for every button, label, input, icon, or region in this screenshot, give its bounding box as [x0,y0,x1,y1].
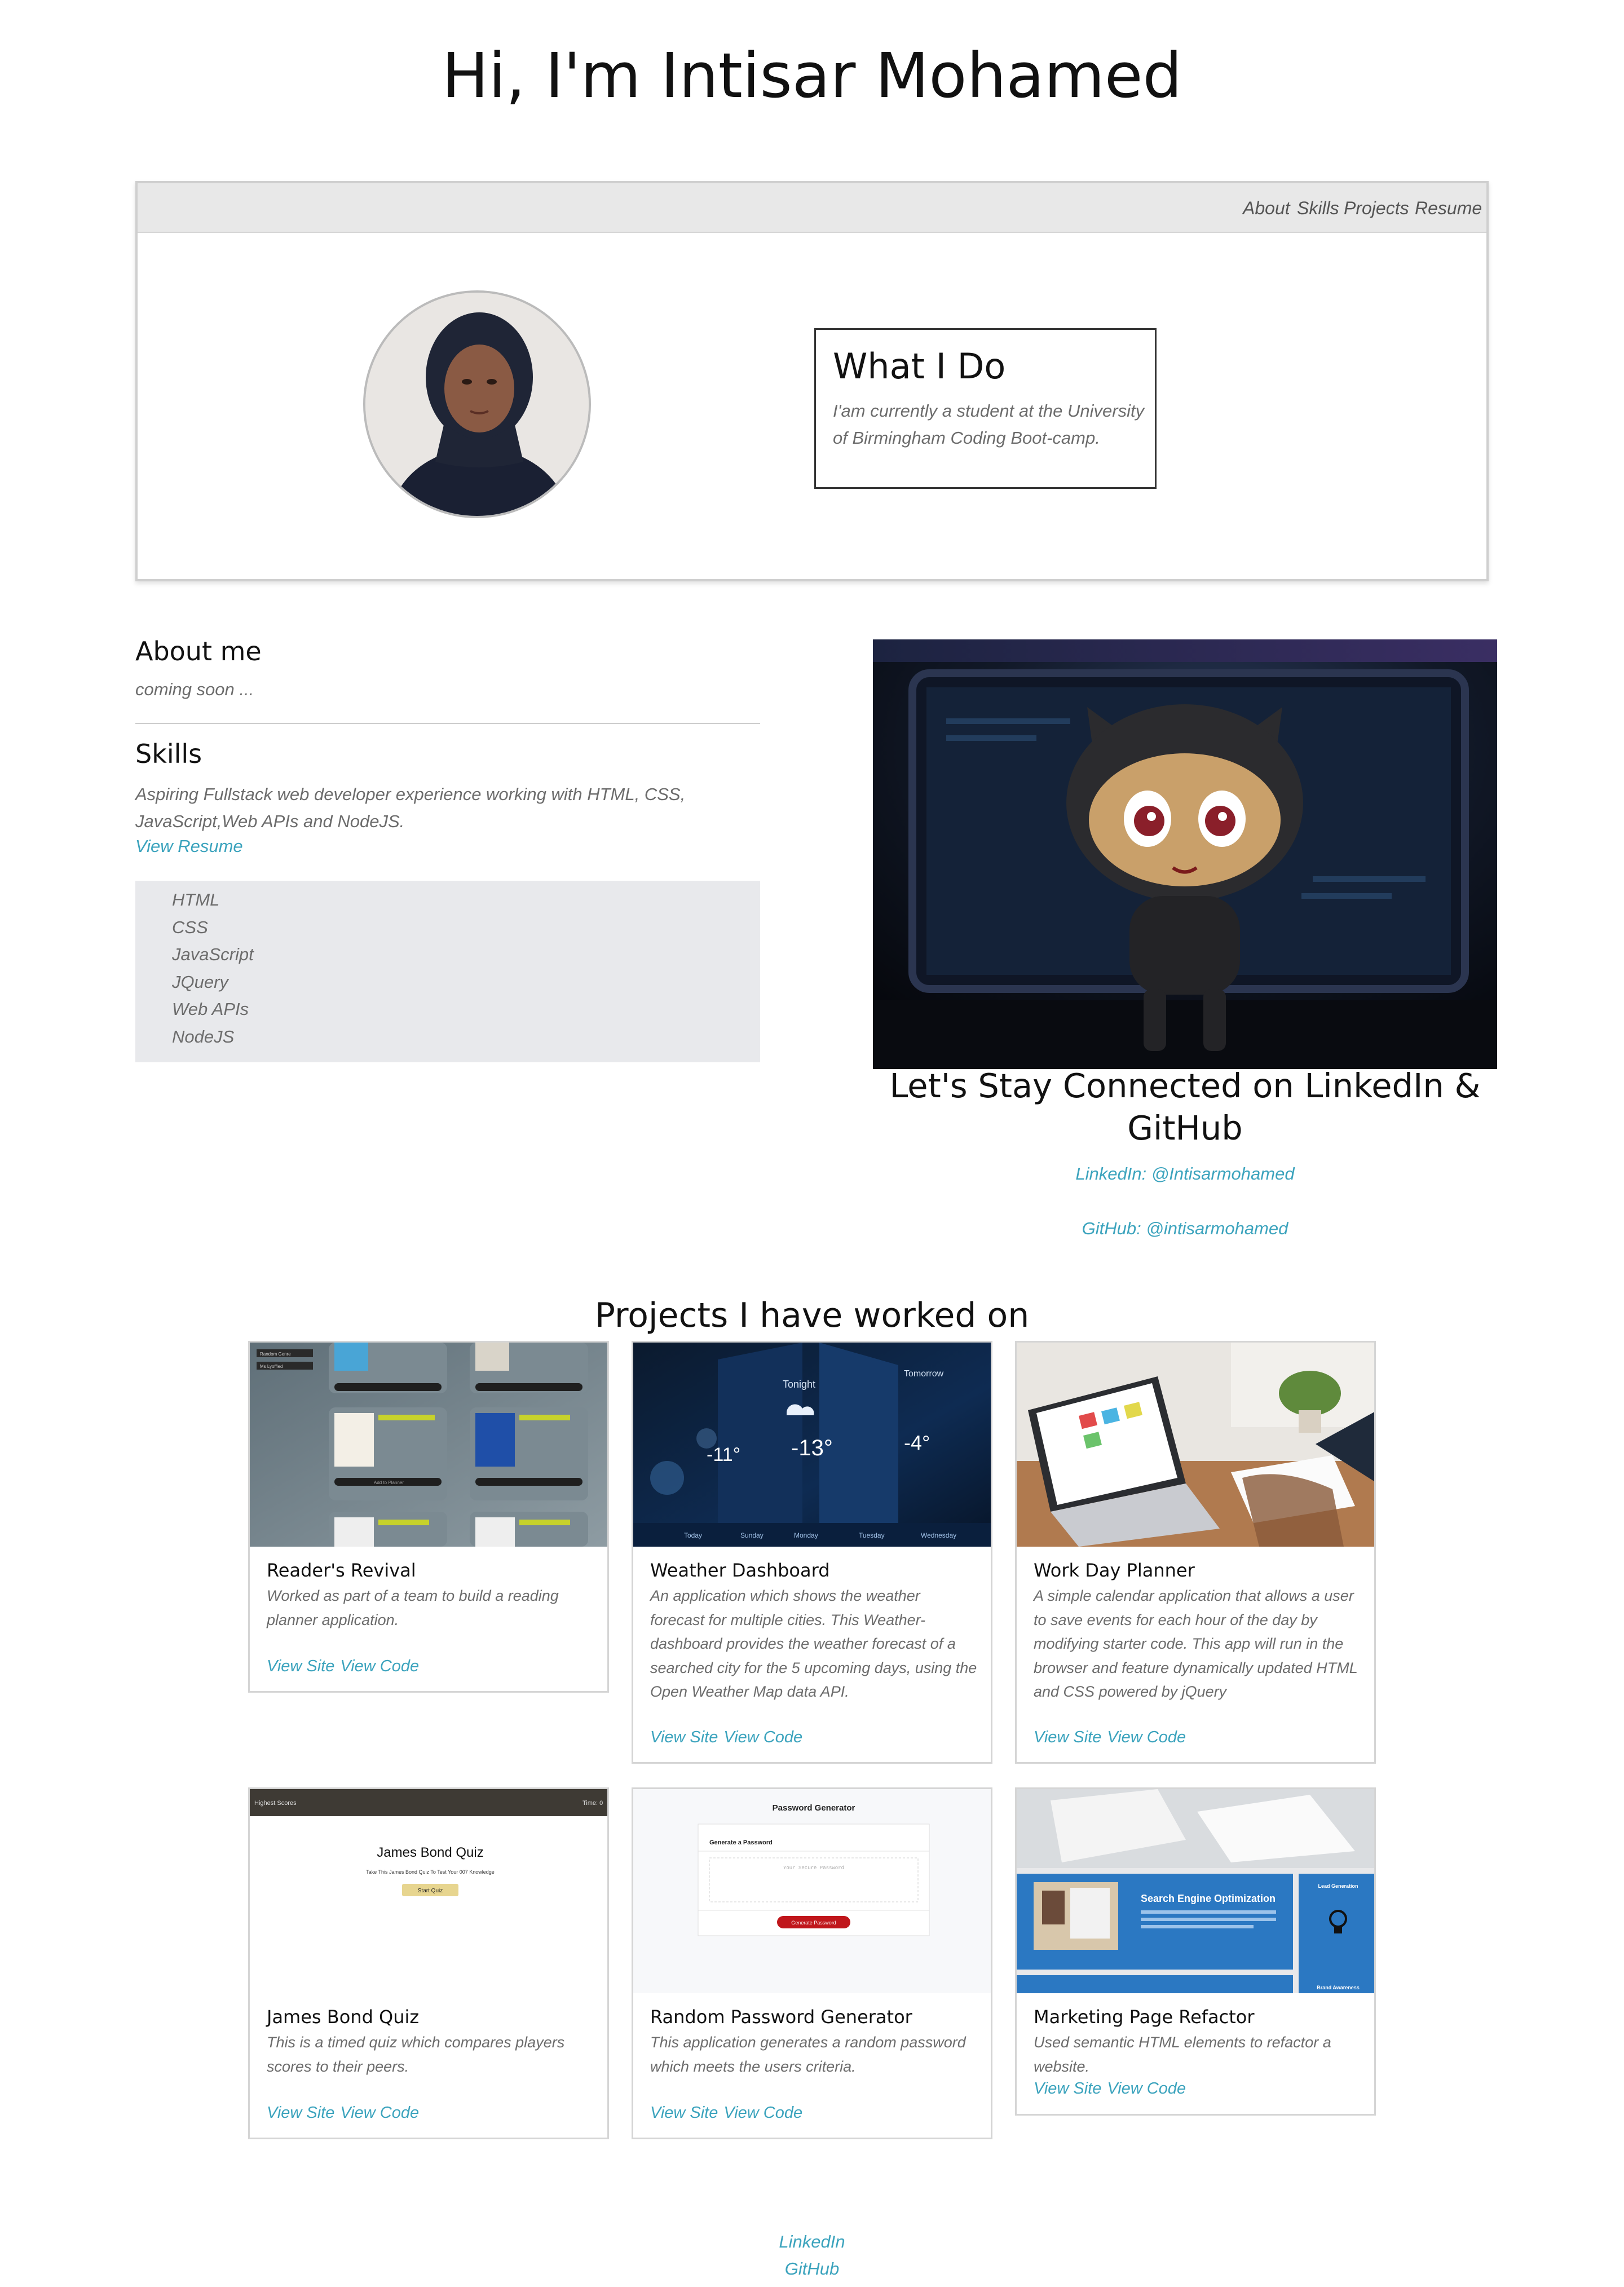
weather-day: Tuesday [859,1531,885,1539]
octocat-image [873,639,1497,1069]
project-description: A simple calendar application that allow… [1034,1587,1358,1700]
project-description: An application which shows the weather f… [650,1587,977,1700]
github-handle-link[interactable]: GitHub: @intisarmohamed [873,1218,1497,1239]
footer-github-link[interactable]: GitHub [0,2259,1624,2279]
skill-item: NodeJS [172,1026,235,1047]
nav-projects[interactable]: Projects [1344,198,1409,219]
project-card-work-day-planner: Work Day Planner A simple calendar appli… [1015,1341,1376,1764]
readers-tag-1: Random Genre [260,1352,291,1357]
marketing-main-title: Search Engine Optimization [1141,1893,1276,1904]
weather-tonight: Tonight [783,1379,815,1390]
marketing-side-title: Lead Generation [1318,1883,1358,1889]
quiz-subtitle: Take This James Bond Quiz To Test Your 0… [366,1869,495,1875]
view-code-link[interactable]: View Code [340,1657,419,1675]
skills-title: Skills [135,739,202,769]
view-site-link[interactable]: View Site [650,2104,718,2122]
project-title: Weather Dashboard [650,1560,830,1581]
skill-item: CSS [172,917,208,937]
view-code-link[interactable]: View Code [723,1728,802,1746]
quiz-timer: Time: 0 [582,1800,603,1807]
nav-about[interactable]: About [1243,198,1290,219]
pwd-generate-button: Generate Password [791,1920,836,1926]
project-card-james-bond-quiz: Highest Scores Time: 0 James Bond Quiz T… [248,1787,609,2139]
skills-list: HTML CSS JavaScript JQuery Web APIs Node… [135,881,760,1062]
project-links: View Site View Code [267,2104,425,2122]
skills-text: Aspiring Fullstack web developer experie… [135,784,686,831]
what-i-do-text: I'am currently a student at the Universi… [833,401,1145,448]
view-site-link[interactable]: View Site [1034,2080,1101,2098]
weather-day: Today [684,1531,702,1539]
readers-revival-thumbnail: Random Genre Ms Lyoffled Add to Planner [250,1343,607,1547]
password-generator-thumbnail: Password Generator Generate a Password Y… [633,1789,991,1993]
project-card-marketing-refactor: Search Engine Optimization Lead Generati… [1015,1787,1376,2116]
project-title: Reader's Revival [267,1560,416,1581]
top-nav: About Skills Projects Resume [138,183,1486,233]
project-description: Used semantic HTML elements to refactor … [1034,2034,1331,2075]
readers-add-button-text: Add to Planner [374,1480,404,1485]
project-links: View Site View Code [267,1657,425,1676]
view-code-link[interactable]: View Code [1107,2080,1186,2098]
project-title: Marketing Page Refactor [1034,2006,1255,2028]
marketing-refactor-thumbnail: Search Engine Optimization Lead Generati… [1017,1789,1374,1993]
skill-item: HTML [172,890,220,909]
about-text: coming soon ... [135,679,254,699]
what-i-do-title: What I Do [833,346,1006,387]
what-i-do-box: What I Do I'am currently a student at th… [814,328,1157,489]
project-title: James Bond Quiz [267,2006,420,2028]
skill-item: JavaScript [172,944,254,964]
project-card-readers-revival: Random Genre Ms Lyoffled Add to Planner [248,1341,609,1693]
view-site-link[interactable]: View Site [267,1657,334,1675]
project-card-weather-dashboard: Tonight Tomorrow -11° -13° -4° Today Sun… [632,1341,992,1764]
weather-day: Wednesday [921,1531,956,1539]
weather-temp-1: -11° [707,1444,740,1465]
weather-temp-2: -13° [791,1436,833,1460]
footer-linkedin-link[interactable]: LinkedIn [0,2232,1624,2252]
hero-card: About Skills Projects Resume What I Do I… [135,181,1489,581]
project-description: This is a timed quiz which compares play… [267,2034,565,2075]
quiz-title: James Bond Quiz [377,1845,483,1860]
view-site-link[interactable]: View Site [267,2104,334,2122]
readers-tag-2: Ms Lyoffled [260,1364,283,1369]
skill-item: Web APIs [172,999,249,1019]
view-code-link[interactable]: View Code [340,2104,419,2122]
weather-tomorrow: Tomorrow [904,1369,944,1379]
project-title: Random Password Generator [650,2006,912,2028]
nav-skills[interactable]: Skills [1297,198,1339,219]
weather-day: Monday [794,1531,818,1539]
skill-item: JQuery [172,972,228,992]
weather-day: Sunday [740,1531,764,1539]
project-title: Work Day Planner [1034,1560,1195,1581]
project-links: View Site View Code [1034,2080,1191,2098]
weather-temp-3: -4° [904,1431,930,1454]
view-code-link[interactable]: View Code [1107,1728,1186,1746]
james-bond-quiz-thumbnail: Highest Scores Time: 0 James Bond Quiz T… [250,1789,607,1993]
project-description: Worked as part of a team to build a read… [267,1587,559,1628]
nav-resume[interactable]: Resume [1415,198,1482,219]
linkedin-handle-link[interactable]: LinkedIn: @Intisarmohamed [873,1164,1497,1184]
divider [135,723,760,724]
quiz-highest-scores: Highest Scores [254,1800,297,1807]
project-description: This application generates a random pass… [650,2034,966,2075]
work-day-planner-thumbnail [1017,1343,1374,1547]
view-site-link[interactable]: View Site [1034,1728,1101,1746]
project-links: View Site View Code [650,1728,808,1747]
projects-title: Projects I have worked on [594,1296,1030,1335]
marketing-bottom-title: Brand Awareness [1317,1985,1360,1990]
view-resume-link[interactable]: View Resume [135,836,243,856]
connect-title: Let's Stay Connected on LinkedIn & GitHu… [889,1066,1481,1147]
profile-avatar [363,290,591,518]
view-code-link[interactable]: View Code [723,2104,802,2122]
pwd-label: Generate a Password [709,1839,773,1846]
pwd-placeholder: Your Secure Password [783,1865,844,1871]
page-title: Hi, I'm Intisar Mohamed [442,39,1182,112]
quiz-start-button: Start Quiz [418,1888,443,1894]
project-card-password-generator: Password Generator Generate a Password Y… [632,1787,992,2139]
project-links: View Site View Code [1034,1728,1191,1747]
pwd-title: Password Generator [773,1803,855,1813]
about-title: About me [135,636,262,666]
project-links: View Site View Code [650,2104,808,2122]
view-site-link[interactable]: View Site [650,1728,718,1746]
weather-dashboard-thumbnail: Tonight Tomorrow -11° -13° -4° Today Sun… [633,1343,991,1547]
